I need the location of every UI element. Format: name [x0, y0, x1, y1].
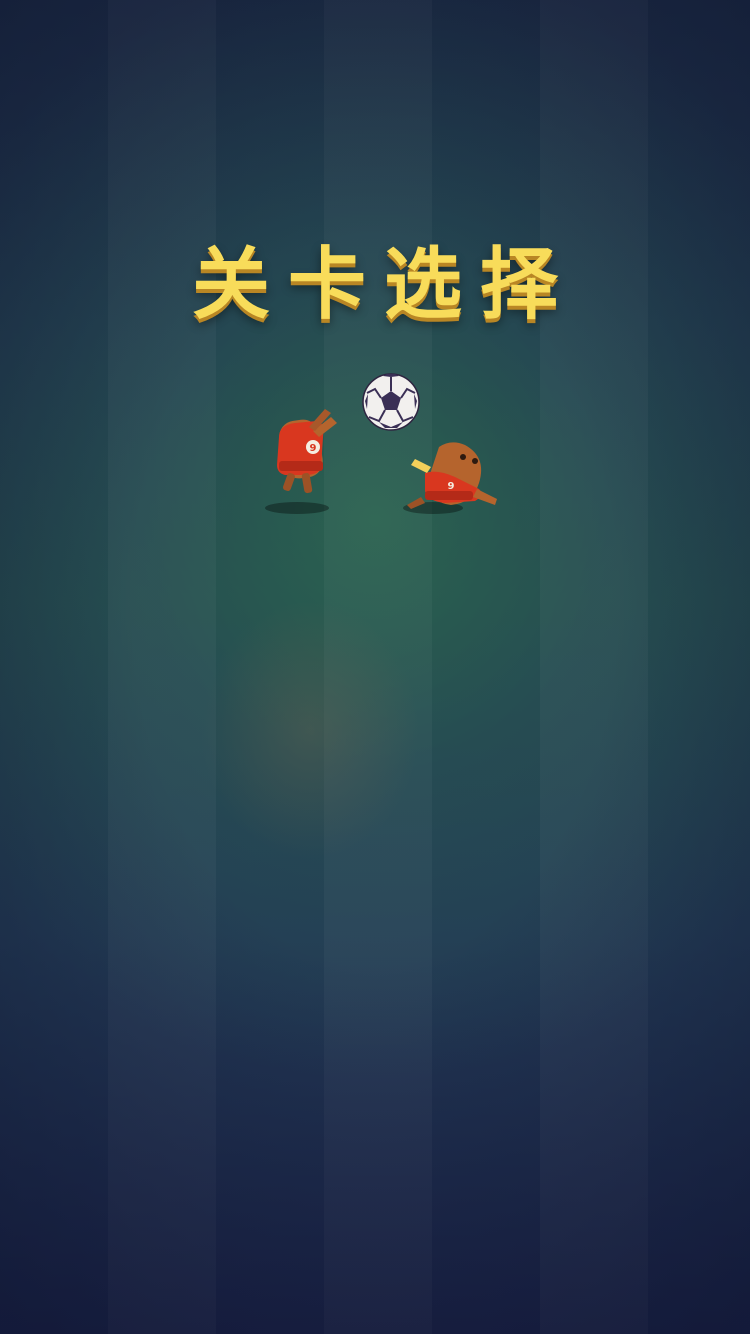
soccer-illustration: 9 9 [255, 365, 515, 525]
player-left-icon: 9 [277, 409, 337, 494]
background-vignette [0, 0, 750, 1334]
soccer-ball-icon [362, 373, 420, 431]
player-right-icon: 9 [407, 442, 497, 509]
player-left-number: 9 [310, 443, 317, 454]
player-right-number: 9 [448, 481, 455, 492]
page-title: 关卡选择 [191, 240, 576, 330]
player-left-shadow [265, 502, 329, 514]
level-select-screen: 关卡选择 9 9 [0, 0, 750, 1334]
